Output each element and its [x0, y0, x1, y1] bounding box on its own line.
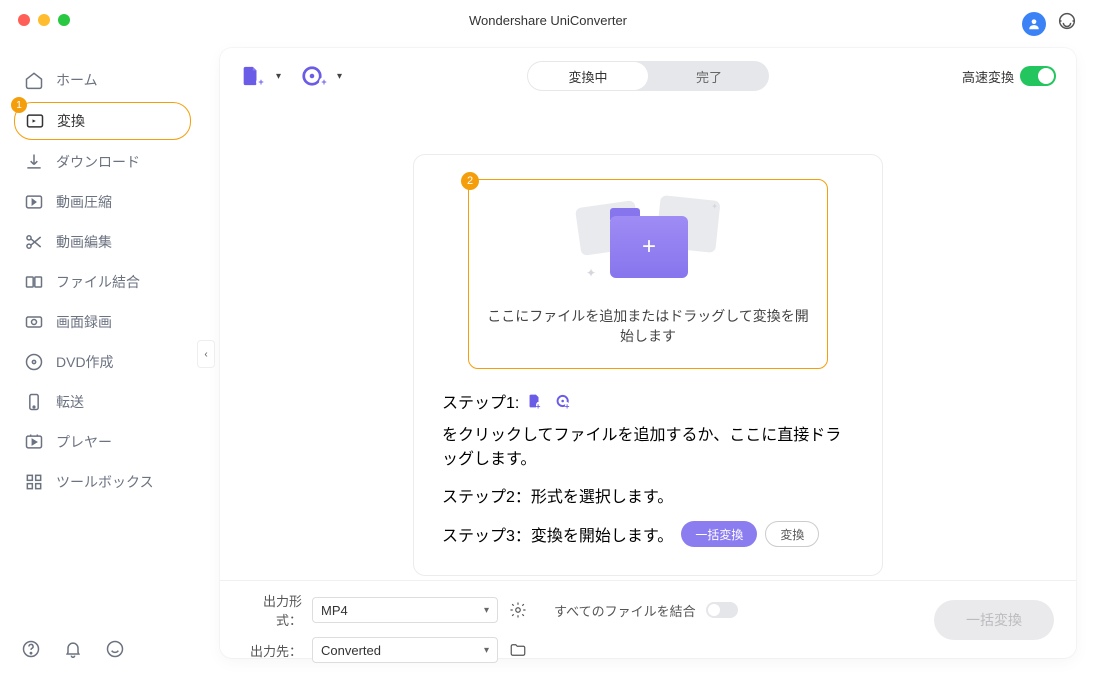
- step-1: ステップ1: + + をクリックしてファイルを追加するか、ここに直接ドラッグしま…: [442, 389, 854, 469]
- player-icon: [24, 432, 44, 452]
- instruction-card: 2 + ✦✦ ここにファイルを追加またはドラッグして変換を開始します ステップ1…: [413, 154, 883, 576]
- sidebar-item-toolbox[interactable]: ツールボックス: [0, 462, 205, 502]
- status-tabs: 変換中 完了: [527, 61, 769, 91]
- titlebar: Wondershare UniConverter: [0, 0, 1096, 40]
- sidebar-item-edit[interactable]: 動画編集: [0, 222, 205, 262]
- chevron-down-icon: ▾: [484, 645, 489, 656]
- disc-add-icon: +: [555, 391, 575, 411]
- sidebar-item-label: ホーム: [56, 70, 98, 90]
- file-dropzone[interactable]: 2 + ✦✦ ここにファイルを追加またはドラッグして変換を開始します: [468, 179, 828, 369]
- sidebar-collapse-handle[interactable]: ‹: [197, 340, 215, 368]
- step-2: ステップ2：形式を選択します。: [442, 483, 854, 507]
- folder-illustration: + ✦✦: [578, 198, 718, 288]
- tab-done[interactable]: 完了: [649, 61, 769, 91]
- merge-icon: [24, 272, 44, 292]
- feedback-icon[interactable]: [104, 638, 126, 660]
- sidebar-item-label: 動画圧縮: [56, 192, 112, 212]
- home-icon: [24, 70, 44, 90]
- help-icon[interactable]: [20, 638, 42, 660]
- sidebar-item-transfer[interactable]: 転送: [0, 382, 205, 422]
- download-icon: [24, 152, 44, 172]
- chevron-down-icon: ▾: [484, 605, 489, 616]
- sidebar-item-home[interactable]: ホーム: [0, 60, 205, 100]
- start-all-button[interactable]: 一括変換: [934, 600, 1054, 640]
- step-3: ステップ3：変換を開始します。 一括変換 変換: [442, 521, 854, 547]
- file-add-icon: +: [527, 391, 547, 411]
- sidebar-item-label: 画面録画: [56, 312, 112, 332]
- sidebar-item-label: DVD作成: [56, 352, 114, 372]
- account-icon[interactable]: [1022, 12, 1046, 36]
- sidebar-badge: 1: [11, 97, 27, 113]
- sidebar-item-convert[interactable]: 1 変換: [14, 102, 191, 140]
- convert-icon: [25, 111, 45, 131]
- sidebar-item-label: ダウンロード: [56, 152, 140, 172]
- record-icon: [24, 312, 44, 332]
- merge-all-label: すべてのファイルを結合: [554, 601, 696, 620]
- grid-icon: [24, 472, 44, 492]
- sidebar-item-player[interactable]: プレヤー: [0, 422, 205, 462]
- toolbar: + ▾ + ▾ 変換中 完了 高速変換: [220, 48, 1076, 104]
- bottom-bar: 出力形式： MP4▾ すべてのファイルを結合 出力先： Converted▾ 一…: [220, 580, 1076, 658]
- sidebar-item-label: 変換: [57, 111, 85, 131]
- sidebar-item-label: ツールボックス: [56, 472, 154, 492]
- output-dest-label: 出力先：: [242, 641, 302, 660]
- sidebar-item-label: 動画編集: [56, 232, 112, 252]
- batch-convert-button[interactable]: 一括変換: [681, 521, 757, 547]
- dropzone-badge: 2: [461, 172, 479, 190]
- add-disc-button[interactable]: + ▾: [301, 65, 342, 87]
- output-dest-select[interactable]: Converted▾: [312, 637, 498, 663]
- sidebar-item-label: ファイル結合: [56, 272, 140, 292]
- phone-icon: [24, 392, 44, 412]
- app-title: Wondershare UniConverter: [469, 13, 627, 28]
- sidebar-item-dvd[interactable]: DVD作成: [0, 342, 205, 382]
- sidebar-item-record[interactable]: 画面録画: [0, 302, 205, 342]
- sidebar: ホーム 1 変換 ダウンロード 動画圧縮 動画編集 ファイル結合 画面録画 DV…: [0, 40, 205, 678]
- sidebar-item-merge[interactable]: ファイル結合: [0, 262, 205, 302]
- scissors-icon: [24, 232, 44, 252]
- plus-icon: +: [642, 233, 656, 261]
- disc-icon: [24, 352, 44, 372]
- merge-all-toggle[interactable]: [706, 602, 738, 618]
- main-panel: + ▾ + ▾ 変換中 完了 高速変換 2: [220, 48, 1076, 658]
- compress-icon: [24, 192, 44, 212]
- highspeed-label: 高速変換: [962, 67, 1014, 86]
- sidebar-item-label: プレヤー: [56, 432, 112, 452]
- settings-gear-icon[interactable]: [508, 600, 528, 620]
- output-format-select[interactable]: MP4▾: [312, 597, 498, 623]
- sidebar-item-label: 転送: [56, 392, 84, 412]
- dropzone-text: ここにファイルを追加またはドラッグして変換を開始します: [487, 306, 809, 346]
- sidebar-item-compress[interactable]: 動画圧縮: [0, 182, 205, 222]
- chevron-down-icon: ▾: [337, 71, 342, 82]
- content-area: 2 + ✦✦ ここにファイルを追加またはドラッグして変換を開始します ステップ1…: [220, 154, 1076, 576]
- open-folder-icon[interactable]: [508, 640, 528, 660]
- tab-converting[interactable]: 変換中: [528, 62, 648, 90]
- bell-icon[interactable]: [62, 638, 84, 660]
- chevron-down-icon: ▾: [276, 71, 281, 82]
- sidebar-item-download[interactable]: ダウンロード: [0, 142, 205, 182]
- convert-button[interactable]: 変換: [765, 521, 819, 547]
- output-format-label: 出力形式：: [242, 591, 302, 629]
- highspeed-toggle[interactable]: [1020, 66, 1056, 86]
- support-icon[interactable]: [1056, 10, 1078, 37]
- add-file-button[interactable]: + ▾: [240, 65, 281, 87]
